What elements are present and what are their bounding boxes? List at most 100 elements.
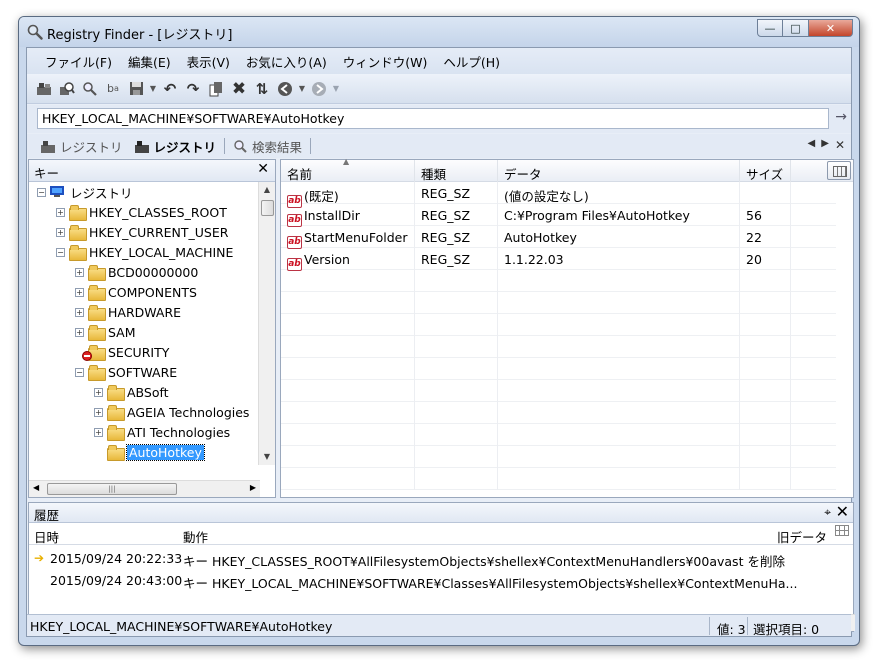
tree-node[interactable]: + ATI Technologies xyxy=(94,422,230,442)
tree-node[interactable]: − レジストリ xyxy=(37,182,133,202)
back-icon[interactable] xyxy=(274,78,296,100)
expand-icon[interactable]: + xyxy=(75,287,84,297)
tab-registry-1[interactable]: レジストリ xyxy=(35,135,129,157)
history-column-old-data[interactable]: 旧データ xyxy=(777,527,827,546)
delete-icon[interactable]: ✖ xyxy=(228,78,250,100)
tab-search-results[interactable]: 検索結果 xyxy=(227,135,308,157)
menu-view[interactable]: 表示(V) xyxy=(179,52,238,71)
value-row[interactable]: ab (既定) REG_SZ (値の設定なし) xyxy=(281,182,837,208)
connect-registry-icon[interactable] xyxy=(33,78,55,100)
tree-node[interactable]: + AGEIA Technologies xyxy=(94,402,249,422)
expand-icon[interactable]: + xyxy=(56,207,65,217)
refresh-icon[interactable]: ⇅ xyxy=(251,78,273,100)
expand-icon[interactable]: + xyxy=(94,407,103,417)
tree-node[interactable]: − HKEY_LOCAL_MACHINE xyxy=(56,242,233,262)
expand-icon[interactable]: + xyxy=(75,307,84,317)
search-registry-icon[interactable] xyxy=(56,78,78,100)
expand-icon[interactable]: + xyxy=(56,227,65,237)
forward-icon[interactable] xyxy=(308,78,330,100)
tree-node[interactable]: + COMPONENTS xyxy=(75,282,197,302)
tree-node[interactable]: + ABSoft xyxy=(94,382,169,402)
tab-close-icon[interactable]: ✕ xyxy=(835,138,845,152)
tab-label: 検索結果 xyxy=(252,139,303,155)
menu-favorites[interactable]: お気に入り(A) xyxy=(238,52,335,71)
tab-scroll-left-icon[interactable]: ◀ xyxy=(808,138,816,152)
save-icon[interactable] xyxy=(125,78,147,100)
close-history-icon[interactable]: ✕ xyxy=(836,502,849,521)
scroll-right-icon[interactable]: ▶ xyxy=(250,483,256,492)
history-row[interactable]: 2015/09/24 20:43:00 キー HKEY_LOCAL_MACHINE… xyxy=(29,569,839,591)
toolbar: ba ▼ ↶ ↷ ✖ ⇅ ▼ ▼ xyxy=(27,74,851,104)
registry-finder-app-icon xyxy=(27,24,43,40)
menu-help[interactable]: ヘルプ(H) xyxy=(435,52,508,71)
history-row[interactable]: ➔ 2015/09/24 20:22:33 キー HKEY_CLASSES_ROOT… xyxy=(29,547,839,569)
tree-node[interactable]: + SAM xyxy=(75,322,136,342)
tree-node-label: SOFTWARE xyxy=(108,364,178,380)
pin-icon[interactable]: ⌖ xyxy=(824,505,831,520)
scrollbar-thumb[interactable] xyxy=(261,200,274,216)
collapse-icon[interactable]: − xyxy=(75,367,84,377)
tree-node[interactable]: − SOFTWARE xyxy=(75,362,177,382)
collapse-icon[interactable]: − xyxy=(56,247,65,257)
registry-icon xyxy=(134,140,149,153)
tab-label: レジストリ xyxy=(153,139,217,155)
tree-node-label: AGEIA Technologies xyxy=(127,404,250,420)
folder-icon xyxy=(69,245,87,261)
back-dropdown-icon[interactable]: ▼ xyxy=(297,78,307,100)
value-row[interactable]: ab Version REG_SZ 1.1.22.03 20 xyxy=(281,248,837,271)
value-row[interactable]: ab InstallDir REG_SZ C:¥Program Files¥AutoH… xyxy=(281,204,837,227)
tree-node[interactable]: + HARDWARE xyxy=(75,302,181,322)
find-icon[interactable] xyxy=(79,78,101,100)
expand-icon[interactable]: + xyxy=(94,427,103,437)
undo-icon[interactable]: ↶ xyxy=(159,78,181,100)
tree-horizontal-scrollbar[interactable]: ◀ ||| ▶ xyxy=(29,480,260,497)
tab-scroll-right-icon[interactable]: ▶ xyxy=(821,138,829,152)
column-header-size[interactable]: サイズ xyxy=(740,160,791,182)
tree-vertical-scrollbar[interactable]: ▲ ▼ xyxy=(258,182,275,465)
tree-node[interactable]: + HKEY_CURRENT_USER xyxy=(56,222,228,242)
scrollbar-thumb[interactable]: ||| xyxy=(47,483,177,495)
maximize-button[interactable]: □ xyxy=(783,19,809,37)
go-arrow-icon[interactable]: → xyxy=(835,109,847,125)
scroll-down-icon[interactable]: ▼ xyxy=(259,449,275,465)
expand-icon[interactable]: + xyxy=(75,327,84,337)
replace-icon[interactable]: ba xyxy=(102,78,124,100)
menu-edit[interactable]: 編集(E) xyxy=(120,52,179,71)
column-header-data[interactable]: データ xyxy=(498,160,740,182)
tree-node[interactable]: + BCD00000000 xyxy=(75,262,198,282)
column-header-type[interactable]: 種類 xyxy=(415,160,498,182)
tab-registry-2[interactable]: レジストリ xyxy=(129,135,223,157)
history-column-action[interactable]: 動作 xyxy=(183,527,208,546)
close-window-button[interactable]: ✕ xyxy=(809,19,853,37)
expand-icon[interactable]: + xyxy=(75,267,84,277)
address-input[interactable]: HKEY_LOCAL_MACHINE¥SOFTWARE¥AutoHotkey xyxy=(37,108,829,129)
tree-node[interactable]: + HKEY_CLASSES_ROOT xyxy=(56,202,227,222)
column-header-name[interactable]: ▲ 名前 xyxy=(281,157,415,182)
value-cell-size xyxy=(740,314,791,336)
scroll-up-icon[interactable]: ▲ xyxy=(259,182,275,198)
minimize-button[interactable]: — xyxy=(757,19,783,37)
value-cell-size xyxy=(740,468,791,490)
value-row[interactable]: ab StartMenuFolder REG_SZ AutoHotkey 22 xyxy=(281,226,837,249)
column-chooser-icon[interactable] xyxy=(827,161,851,180)
menu-window[interactable]: ウィンドウ(W) xyxy=(335,52,436,71)
empty-value-row xyxy=(281,380,837,402)
save-dropdown-icon[interactable]: ▼ xyxy=(148,78,158,100)
forward-dropdown-icon[interactable]: ▼ xyxy=(331,78,341,100)
column-chooser-icon[interactable] xyxy=(835,525,849,539)
close-pane-icon[interactable]: ✕ xyxy=(257,161,269,177)
value-cell-data xyxy=(498,380,740,402)
empty-value-row xyxy=(281,402,837,424)
tree-node[interactable]: AutoHotkey xyxy=(94,442,205,462)
copy-icon[interactable] xyxy=(205,78,227,100)
tree-node[interactable]: SECURITY xyxy=(75,342,169,362)
menu-file[interactable]: ファイル(F) xyxy=(37,52,120,71)
expand-icon[interactable]: + xyxy=(94,387,103,397)
value-cell-size xyxy=(740,182,791,204)
scroll-left-icon[interactable]: ◀ xyxy=(33,483,39,492)
collapse-icon[interactable]: − xyxy=(37,187,46,197)
redo-icon[interactable]: ↷ xyxy=(182,78,204,100)
value-cell-type xyxy=(415,336,498,358)
title-bar[interactable]: Registry Finder - [レジストリ] — □ ✕ xyxy=(19,17,859,47)
history-column-time[interactable]: 日時 xyxy=(34,527,59,546)
